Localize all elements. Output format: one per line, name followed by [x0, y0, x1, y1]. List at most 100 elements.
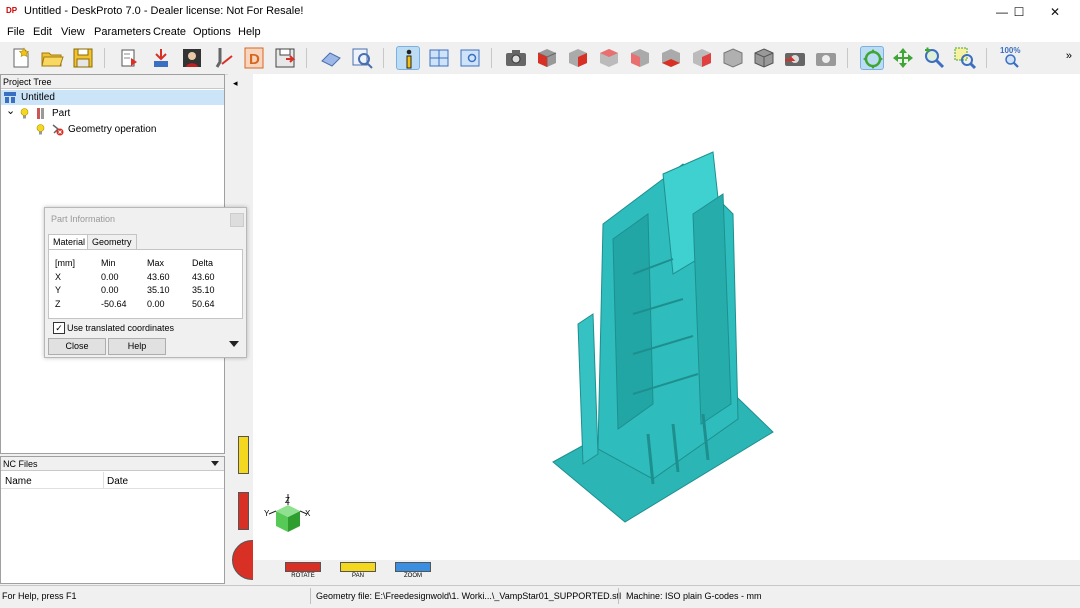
table-cell: 0.00 — [101, 285, 119, 295]
toolbar-separator — [847, 48, 848, 68]
tree-item-geometry-operation[interactable]: Geometry operation — [1, 122, 224, 137]
tab-geometry[interactable]: Geometry — [87, 234, 137, 249]
tree-item-untitled[interactable]: Untitled — [1, 90, 224, 105]
previous-view-button[interactable] — [783, 46, 807, 70]
bitmap-geometry-button[interactable] — [180, 46, 204, 70]
menu-help[interactable]: Help — [238, 26, 261, 38]
dialog-close-icon[interactable] — [230, 213, 244, 227]
axis-x-label: X — [305, 509, 311, 518]
close-window-button[interactable]: ✕ — [1037, 0, 1073, 24]
preview-button[interactable] — [350, 46, 374, 70]
cube-front-icon — [569, 49, 587, 67]
model-support — [577, 313, 599, 465]
zoom-dial[interactable] — [395, 562, 431, 572]
view-properties-button[interactable] — [458, 46, 482, 70]
close-button[interactable]: Close — [48, 338, 106, 355]
cube-solid-icon — [754, 48, 774, 68]
tree-item-label: Untitled — [21, 92, 55, 103]
camera-back-icon — [785, 53, 805, 66]
menu-file[interactable]: File — [7, 26, 25, 38]
status-separator — [618, 588, 619, 604]
zoom-window-icon — [954, 47, 977, 70]
table-row-label: Y — [55, 285, 62, 295]
view-iso-button[interactable] — [535, 46, 559, 70]
rotate-dial[interactable] — [285, 562, 321, 572]
part-information-button[interactable] — [396, 46, 420, 70]
expand-dialog-arrow-icon[interactable] — [229, 341, 239, 347]
menu-options[interactable]: Options — [193, 26, 231, 38]
visibility-bulb-icon[interactable] — [36, 124, 45, 135]
simulation-button[interactable] — [319, 46, 343, 70]
design-d-icon: D — [244, 47, 264, 69]
view-right-button[interactable] — [659, 46, 683, 70]
load-geometry-button[interactable] — [117, 46, 141, 70]
toolbar: D 100% » — [0, 42, 1080, 75]
model-figure — [612, 213, 654, 430]
rotate-vertical-dial[interactable] — [238, 492, 249, 530]
view-layout-button[interactable] — [427, 46, 451, 70]
open-project-button[interactable] — [40, 46, 64, 70]
column-divider[interactable] — [103, 472, 104, 488]
cube-right-icon — [662, 49, 680, 67]
view-default-button[interactable] — [752, 46, 776, 70]
toolbar-separator — [306, 48, 307, 68]
pan-mode-button[interactable] — [891, 46, 915, 70]
bitmap-icon — [183, 49, 201, 67]
svg-text:D: D — [249, 51, 260, 68]
column-header-name[interactable]: Name — [5, 476, 32, 487]
rotate-mode-button[interactable] — [860, 46, 884, 70]
table-cell: 0.00 — [147, 299, 165, 309]
toolpath-button[interactable] — [211, 46, 235, 70]
menu-edit[interactable]: Edit — [33, 26, 52, 38]
pan-dial[interactable] — [340, 562, 376, 572]
table-header-delta: Delta — [192, 258, 214, 268]
dropdown-arrow-icon[interactable] — [211, 461, 219, 466]
next-view-button[interactable] — [814, 46, 838, 70]
view-bottom-button[interactable] — [721, 46, 745, 70]
menu-view[interactable]: View — [61, 26, 85, 38]
tree-item-part[interactable]: ⌄ Part — [1, 104, 224, 121]
maximize-button[interactable]: ☐ — [1001, 0, 1037, 24]
zoom-window-button[interactable] — [953, 46, 977, 70]
expand-chevron-icon[interactable]: ⌄ — [6, 104, 15, 119]
toolbar-overflow-button[interactable]: » — [1066, 50, 1072, 62]
visibility-bulb-icon[interactable] — [20, 108, 29, 119]
cube-back-icon — [600, 49, 618, 67]
status-separator — [310, 588, 311, 604]
load-geometry-icon — [121, 49, 137, 67]
write-nc-file-button[interactable] — [273, 46, 297, 70]
view-back-button[interactable] — [597, 46, 621, 70]
tab-material[interactable]: Material — [48, 234, 91, 249]
save-project-button[interactable] — [71, 46, 95, 70]
view-left-button[interactable] — [628, 46, 652, 70]
rotate-dial-label: ROTATE — [291, 573, 315, 579]
view-top-button[interactable] — [690, 46, 714, 70]
menu-create[interactable]: Create — [153, 26, 186, 38]
table-cell: 35.10 — [192, 285, 215, 295]
cube-left-icon — [631, 49, 649, 67]
part-information-dialog: Part Information Material Geometry [mm] … — [44, 207, 247, 358]
preview-magnifier-icon — [352, 48, 373, 69]
screenshot-button[interactable] — [504, 46, 528, 70]
nc-files-header[interactable]: NC Files — [1, 457, 224, 471]
3d-viewport[interactable]: Z X Y — [253, 74, 1080, 562]
view-front-button[interactable] — [566, 46, 590, 70]
table-row-label: X — [55, 272, 62, 282]
menu-bar: File Edit View Parameters Create Options… — [0, 24, 1080, 42]
use-translated-coordinates-checkbox[interactable]: ✓ — [53, 322, 65, 334]
column-header-date[interactable]: Date — [107, 476, 128, 487]
design-button[interactable]: D — [242, 46, 266, 70]
zoom-100-button[interactable]: 100% — [999, 46, 1027, 70]
save-icon — [73, 48, 93, 68]
collapse-panel-icon[interactable]: ◂ — [233, 78, 238, 89]
help-button[interactable]: Help — [108, 338, 166, 355]
pan-vertical-dial[interactable] — [238, 436, 249, 474]
status-geometry-file: Geometry file: E:\Freedesignwold\1. Work… — [316, 591, 622, 601]
vector-geometry-button[interactable] — [149, 46, 173, 70]
toolbar-separator — [383, 48, 384, 68]
geometry-operation-icon — [52, 124, 64, 136]
project-tree-header: Project Tree — [1, 75, 224, 89]
menu-parameters[interactable]: Parameters — [94, 26, 151, 38]
new-project-button[interactable] — [9, 46, 33, 70]
zoom-mode-button[interactable] — [922, 46, 946, 70]
